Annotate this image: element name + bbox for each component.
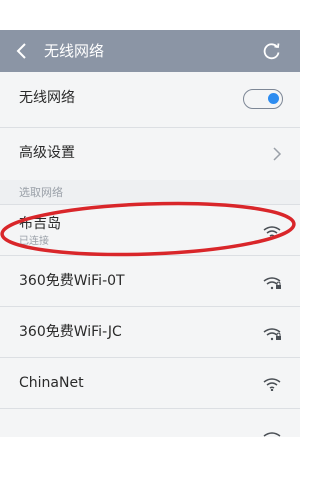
bottom-blank xyxy=(0,437,300,500)
network-item[interactable]: 360免费WiFi-JC xyxy=(0,307,300,357)
wlan-toggle[interactable] xyxy=(243,89,283,109)
page-title: 无线网络 xyxy=(44,42,105,60)
network-name: 360免费WiFi-JC xyxy=(19,324,122,340)
wifi-lock-icon xyxy=(263,328,281,341)
wlan-label: 无线网络 xyxy=(19,90,75,106)
back-arrow-icon[interactable] xyxy=(12,41,32,61)
refresh-icon[interactable] xyxy=(262,41,282,61)
network-item[interactable]: ChinaNet xyxy=(0,358,300,408)
wifi-icon xyxy=(263,226,281,239)
advanced-settings-label: 高级设置 xyxy=(19,145,75,161)
network-name: 布吉岛 xyxy=(19,216,61,232)
settings-content: 无线网络 高级设置 选取网络 布吉岛 已连接 360免费WiFi-0T 360免… xyxy=(0,72,300,437)
network-status: 已连接 xyxy=(19,236,49,247)
wlan-row[interactable]: 无线网络 xyxy=(0,72,300,127)
wifi-lock-icon xyxy=(263,277,281,290)
network-item[interactable]: 布吉岛 已连接 xyxy=(0,205,300,255)
chevron-right-icon xyxy=(273,147,282,161)
section-label: 选取网络 xyxy=(19,186,63,199)
network-item[interactable] xyxy=(0,409,300,437)
wifi-icon xyxy=(263,378,281,391)
advanced-settings-row[interactable]: 高级设置 xyxy=(0,128,300,180)
app-header: 无线网络 xyxy=(0,30,300,72)
network-name: 360免费WiFi-0T xyxy=(19,273,125,289)
network-item[interactable]: 360免费WiFi-0T xyxy=(0,256,300,306)
toggle-knob xyxy=(268,93,279,104)
network-name: ChinaNet xyxy=(19,375,84,391)
